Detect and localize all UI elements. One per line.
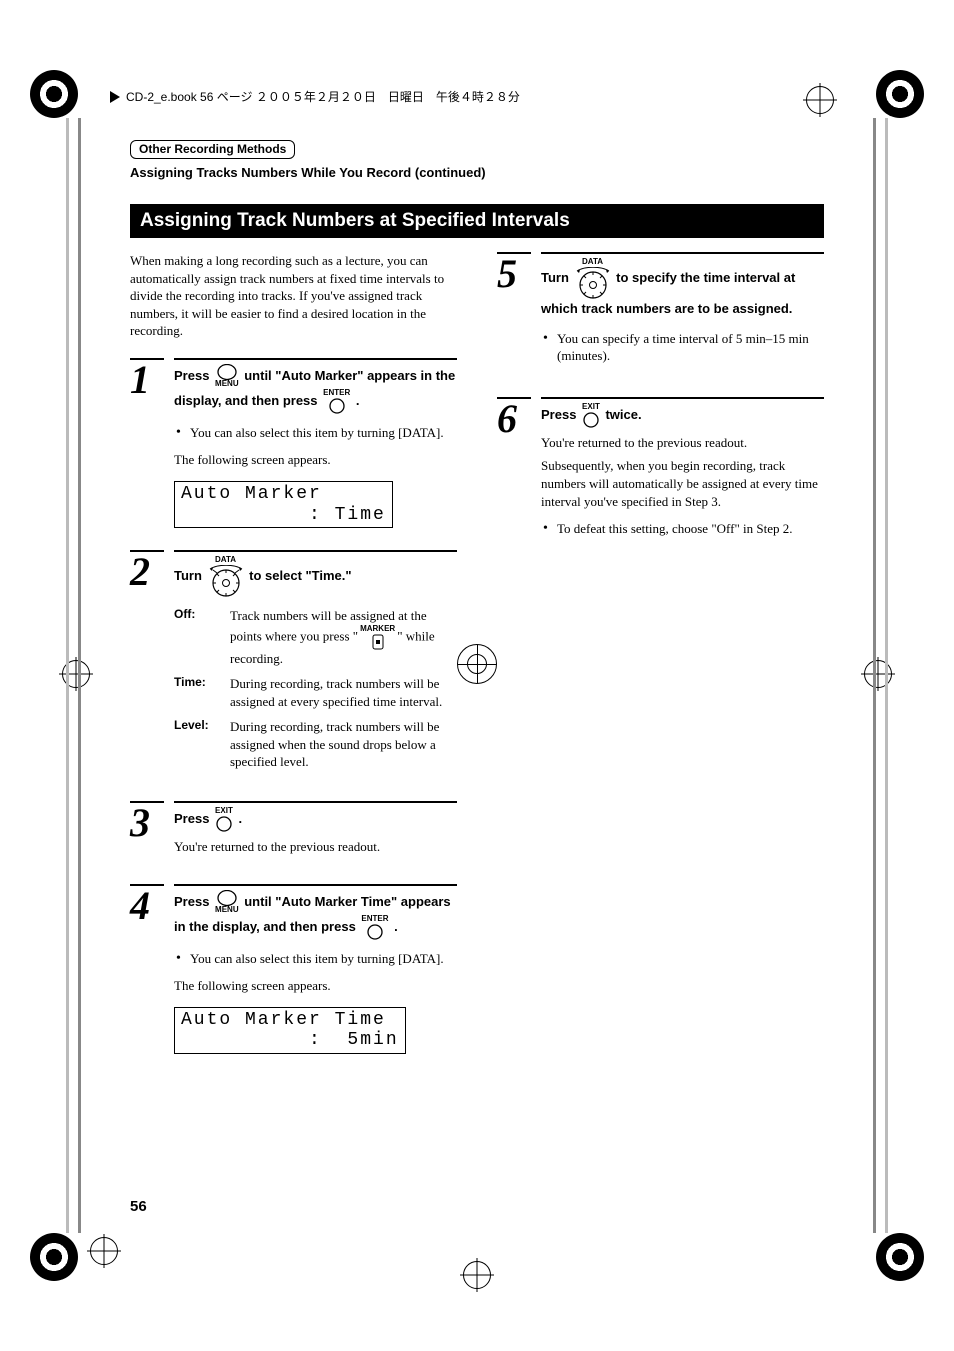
text-fragment: Press (541, 407, 580, 422)
step-1: 1 Press MENU until "Auto Marker" appears… (130, 358, 457, 528)
text-fragment: Press (174, 894, 213, 909)
step-number: 4 (130, 884, 164, 924)
def-time: During recording, track numbers will be … (230, 675, 457, 710)
step-number: 6 (497, 397, 531, 437)
lcd-display: Auto Marker : Time (174, 481, 393, 528)
step-number: 2 (130, 550, 164, 590)
term-off: Off: (174, 607, 230, 621)
lcd-display: Auto Marker Time : 5min (174, 1007, 406, 1054)
body-text: Subsequently, when you begin recording, … (541, 457, 824, 510)
crosshair-icon (90, 1237, 118, 1265)
step-3: 3 Press EXIT . You're returned to the pr… (130, 801, 457, 862)
continued-heading: Assigning Tracks Numbers While You Recor… (130, 165, 824, 180)
step-3-title: Press EXIT . (174, 807, 457, 832)
step-2-title: Turn DATA (174, 556, 457, 597)
step-4: 4 Press MENU until "Auto Marker Time" ap… (130, 884, 457, 1054)
text-fragment: twice. (605, 407, 641, 422)
registration-mark-icon (876, 1233, 924, 1281)
crosshair-icon (463, 1261, 491, 1289)
text-fragment: Press (174, 368, 213, 383)
intro-text: When making a long recording such as a l… (130, 252, 457, 340)
body-text: The following screen appears. (174, 977, 457, 995)
def-off: Track numbers will be assigned at the po… (230, 607, 457, 667)
slug-text: CD-2_e.book 56 ページ ２００５年２月２０日 日曜日 午後４時２８… (126, 88, 520, 105)
exit-button-icon: EXIT (215, 807, 233, 832)
registration-mark-icon (30, 1233, 78, 1281)
arrow-right-icon (110, 91, 120, 103)
print-slug: CD-2_e.book 56 ページ ２００５年２月２０日 日曜日 午後４時２８… (110, 88, 520, 105)
menu-button-icon: MENU (215, 364, 239, 389)
term-level: Level: (174, 718, 230, 732)
body-text: You're returned to the previous readout. (541, 434, 824, 452)
step-2: 2 Turn DATA (130, 550, 457, 779)
step-6: 6 Press EXIT twice. You're returned to t… (497, 397, 824, 548)
text-fragment: Turn (174, 568, 206, 583)
step-1-title: Press MENU until "Auto Marker" appears i… (174, 364, 457, 414)
left-column: When making a long recording such as a l… (130, 252, 457, 1076)
def-level: During recording, track numbers will be … (230, 718, 457, 771)
data-dial-icon: DATA (208, 556, 244, 597)
registration-mark-icon (876, 70, 924, 118)
data-dial-icon: DATA (575, 258, 611, 299)
text-fragment: . (394, 919, 398, 934)
text-fragment: . (238, 811, 242, 826)
crosshair-icon (864, 660, 892, 688)
step-5: 5 Turn DATA (497, 252, 824, 375)
text-fragment: . (356, 393, 360, 408)
section-tag: Other Recording Methods (130, 140, 295, 159)
step-number: 5 (497, 252, 531, 292)
definitions: Off: Track numbers will be assigned at t… (174, 607, 457, 771)
step-6-title: Press EXIT twice. (541, 403, 824, 428)
marker-button-icon: MARKER (360, 625, 395, 650)
exit-button-icon: EXIT (582, 403, 600, 428)
section-title: Assigning Track Numbers at Specified Int… (130, 204, 824, 238)
right-column: 5 Turn DATA (497, 252, 824, 1076)
crosshair-icon (806, 86, 834, 114)
bullet: You can specify a time interval of 5 min… (541, 330, 824, 365)
page-number: 56 (130, 1198, 147, 1215)
bullet: You can also select this item by turning… (174, 424, 457, 442)
crop-rail-icon (78, 118, 81, 1233)
bullet: To defeat this setting, choose "Off" in … (541, 520, 824, 538)
step-number: 3 (130, 801, 164, 841)
crosshair-icon (62, 660, 90, 688)
step-number: 1 (130, 358, 164, 398)
step-5-title: Turn DATA (541, 258, 824, 320)
body-text: The following screen appears. (174, 451, 457, 469)
step-4-title: Press MENU until "Auto Marker Time" appe… (174, 890, 457, 940)
page-content: Other Recording Methods Assigning Tracks… (130, 140, 824, 1211)
term-time: Time: (174, 675, 230, 689)
enter-button-icon: ENTER (361, 915, 388, 940)
text-fragment: to select "Time." (249, 568, 351, 583)
bullet: You can also select this item by turning… (174, 950, 457, 968)
body-text: You're returned to the previous readout. (174, 838, 457, 856)
menu-button-icon: MENU (215, 890, 239, 915)
enter-button-icon: ENTER (323, 389, 350, 414)
registration-mark-icon (30, 70, 78, 118)
text-fragment: Press (174, 811, 213, 826)
text-fragment: Turn (541, 270, 573, 285)
crop-rail-icon (873, 118, 876, 1233)
